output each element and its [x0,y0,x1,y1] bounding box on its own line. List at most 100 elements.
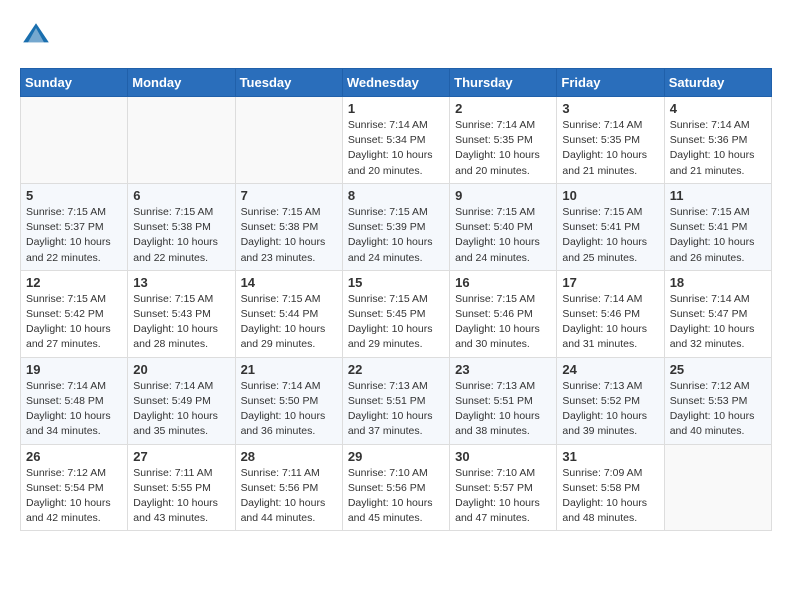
day-info: Sunrise: 7:15 AM Sunset: 5:40 PM Dayligh… [455,205,551,266]
day-info: Sunrise: 7:14 AM Sunset: 5:48 PM Dayligh… [26,379,122,440]
day-number: 7 [241,188,337,203]
calendar-cell: 9 Sunrise: 7:15 AM Sunset: 5:40 PM Daylig… [450,183,557,270]
calendar-week-row: 19Sunrise: 7:14 AM Sunset: 5:48 PM Dayli… [21,357,772,444]
day-number: 23 [455,362,551,377]
day-info: Sunrise: 7:15 AM Sunset: 5:41 PM Dayligh… [562,205,658,266]
day-number: 16 [455,275,551,290]
logo [20,20,56,52]
day-number: 31 [562,449,658,464]
day-info: Sunrise: 7:11 AM Sunset: 5:55 PM Dayligh… [133,466,229,527]
day-info: Sunrise: 7:11 AM Sunset: 5:56 PM Dayligh… [241,466,337,527]
calendar-cell: 1 Sunrise: 7:14 AM Sunset: 5:34 PM Daylig… [342,97,449,184]
calendar-cell: 24 Sunrise: 7:13 AM Sunset: 5:52 PM Dayli… [557,357,664,444]
day-info: Sunrise: 7:15 AM Sunset: 5:38 PM Dayligh… [241,205,337,266]
day-number: 22 [348,362,444,377]
day-number: 8 [348,188,444,203]
calendar-cell: 13 Sunrise: 7:15 AM Sunset: 5:43 PM Dayli… [128,270,235,357]
day-info: Sunrise: 7:15 AM Sunset: 5:38 PM Dayligh… [133,205,229,266]
calendar-cell: 19Sunrise: 7:14 AM Sunset: 5:48 PM Dayli… [21,357,128,444]
calendar-cell: 15Sunrise: 7:15 AM Sunset: 5:45 PM Dayli… [342,270,449,357]
calendar-cell [128,97,235,184]
day-number: 24 [562,362,658,377]
calendar-cell: 2 Sunrise: 7:14 AM Sunset: 5:35 PM Daylig… [450,97,557,184]
day-info: Sunrise: 7:15 AM Sunset: 5:43 PM Dayligh… [133,292,229,353]
day-number: 13 [133,275,229,290]
day-number: 4 [670,101,766,116]
calendar-cell: 25 Sunrise: 7:12 AM Sunset: 5:53 PM Dayli… [664,357,771,444]
day-number: 2 [455,101,551,116]
day-info: Sunrise: 7:10 AM Sunset: 5:56 PM Dayligh… [348,466,444,527]
day-number: 10 [562,188,658,203]
calendar-cell: 31 Sunrise: 7:09 AM Sunset: 5:58 PM Dayli… [557,444,664,531]
weekday-header-friday: Friday [557,69,664,97]
day-number: 14 [241,275,337,290]
day-number: 3 [562,101,658,116]
weekday-header-thursday: Thursday [450,69,557,97]
day-info: Sunrise: 7:14 AM Sunset: 5:35 PM Dayligh… [562,118,658,179]
day-number: 12 [26,275,122,290]
day-info: Sunrise: 7:15 AM Sunset: 5:41 PM Dayligh… [670,205,766,266]
calendar-cell: 5Sunrise: 7:15 AM Sunset: 5:37 PM Daylig… [21,183,128,270]
calendar-cell: 7 Sunrise: 7:15 AM Sunset: 5:38 PM Daylig… [235,183,342,270]
calendar-cell: 22Sunrise: 7:13 AM Sunset: 5:51 PM Dayli… [342,357,449,444]
calendar-cell: 23 Sunrise: 7:13 AM Sunset: 5:51 PM Dayli… [450,357,557,444]
day-number: 30 [455,449,551,464]
calendar-cell [664,444,771,531]
day-info: Sunrise: 7:13 AM Sunset: 5:51 PM Dayligh… [455,379,551,440]
day-info: Sunrise: 7:14 AM Sunset: 5:49 PM Dayligh… [133,379,229,440]
calendar-cell: 26 Sunrise: 7:12 AM Sunset: 5:54 PM Dayli… [21,444,128,531]
calendar-cell: 17 Sunrise: 7:14 AM Sunset: 5:46 PM Dayli… [557,270,664,357]
weekday-header-saturday: Saturday [664,69,771,97]
calendar-week-row: 1 Sunrise: 7:14 AM Sunset: 5:34 PM Daylig… [21,97,772,184]
logo-icon [20,20,52,52]
day-info: Sunrise: 7:14 AM Sunset: 5:47 PM Dayligh… [670,292,766,353]
day-number: 26 [26,449,122,464]
day-number: 15 [348,275,444,290]
day-info: Sunrise: 7:15 AM Sunset: 5:42 PM Dayligh… [26,292,122,353]
calendar-week-row: 12 Sunrise: 7:15 AM Sunset: 5:42 PM Dayli… [21,270,772,357]
day-info: Sunrise: 7:15 AM Sunset: 5:46 PM Dayligh… [455,292,551,353]
day-info: Sunrise: 7:14 AM Sunset: 5:35 PM Dayligh… [455,118,551,179]
day-info: Sunrise: 7:14 AM Sunset: 5:36 PM Dayligh… [670,118,766,179]
day-info: Sunrise: 7:14 AM Sunset: 5:46 PM Dayligh… [562,292,658,353]
calendar-cell: 30Sunrise: 7:10 AM Sunset: 5:57 PM Dayli… [450,444,557,531]
page-header [20,20,772,52]
calendar-cell: 20 Sunrise: 7:14 AM Sunset: 5:49 PM Dayli… [128,357,235,444]
calendar-cell: 4 Sunrise: 7:14 AM Sunset: 5:36 PM Daylig… [664,97,771,184]
calendar-cell [235,97,342,184]
calendar-cell: 14 Sunrise: 7:15 AM Sunset: 5:44 PM Dayli… [235,270,342,357]
calendar-week-row: 26 Sunrise: 7:12 AM Sunset: 5:54 PM Dayli… [21,444,772,531]
calendar-week-row: 5Sunrise: 7:15 AM Sunset: 5:37 PM Daylig… [21,183,772,270]
day-number: 1 [348,101,444,116]
calendar-cell: 16 Sunrise: 7:15 AM Sunset: 5:46 PM Dayli… [450,270,557,357]
day-number: 29 [348,449,444,464]
calendar-cell: 3 Sunrise: 7:14 AM Sunset: 5:35 PM Daylig… [557,97,664,184]
calendar-cell: 6 Sunrise: 7:15 AM Sunset: 5:38 PM Daylig… [128,183,235,270]
day-info: Sunrise: 7:15 AM Sunset: 5:39 PM Dayligh… [348,205,444,266]
day-info: Sunrise: 7:14 AM Sunset: 5:34 PM Dayligh… [348,118,444,179]
weekday-header-row: SundayMondayTuesdayWednesdayThursdayFrid… [21,69,772,97]
day-info: Sunrise: 7:15 AM Sunset: 5:44 PM Dayligh… [241,292,337,353]
calendar-cell: 21 Sunrise: 7:14 AM Sunset: 5:50 PM Dayli… [235,357,342,444]
day-number: 21 [241,362,337,377]
day-info: Sunrise: 7:09 AM Sunset: 5:58 PM Dayligh… [562,466,658,527]
day-number: 28 [241,449,337,464]
day-number: 17 [562,275,658,290]
day-number: 25 [670,362,766,377]
day-info: Sunrise: 7:14 AM Sunset: 5:50 PM Dayligh… [241,379,337,440]
day-number: 9 [455,188,551,203]
day-info: Sunrise: 7:12 AM Sunset: 5:54 PM Dayligh… [26,466,122,527]
day-number: 18 [670,275,766,290]
day-number: 6 [133,188,229,203]
calendar-table: SundayMondayTuesdayWednesdayThursdayFrid… [20,68,772,531]
day-info: Sunrise: 7:13 AM Sunset: 5:52 PM Dayligh… [562,379,658,440]
weekday-header-tuesday: Tuesday [235,69,342,97]
day-number: 20 [133,362,229,377]
calendar-cell: 29 Sunrise: 7:10 AM Sunset: 5:56 PM Dayli… [342,444,449,531]
day-number: 27 [133,449,229,464]
calendar-cell: 11Sunrise: 7:15 AM Sunset: 5:41 PM Dayli… [664,183,771,270]
day-info: Sunrise: 7:12 AM Sunset: 5:53 PM Dayligh… [670,379,766,440]
day-number: 5 [26,188,122,203]
calendar-cell: 18 Sunrise: 7:14 AM Sunset: 5:47 PM Dayli… [664,270,771,357]
calendar-cell: 10 Sunrise: 7:15 AM Sunset: 5:41 PM Dayli… [557,183,664,270]
